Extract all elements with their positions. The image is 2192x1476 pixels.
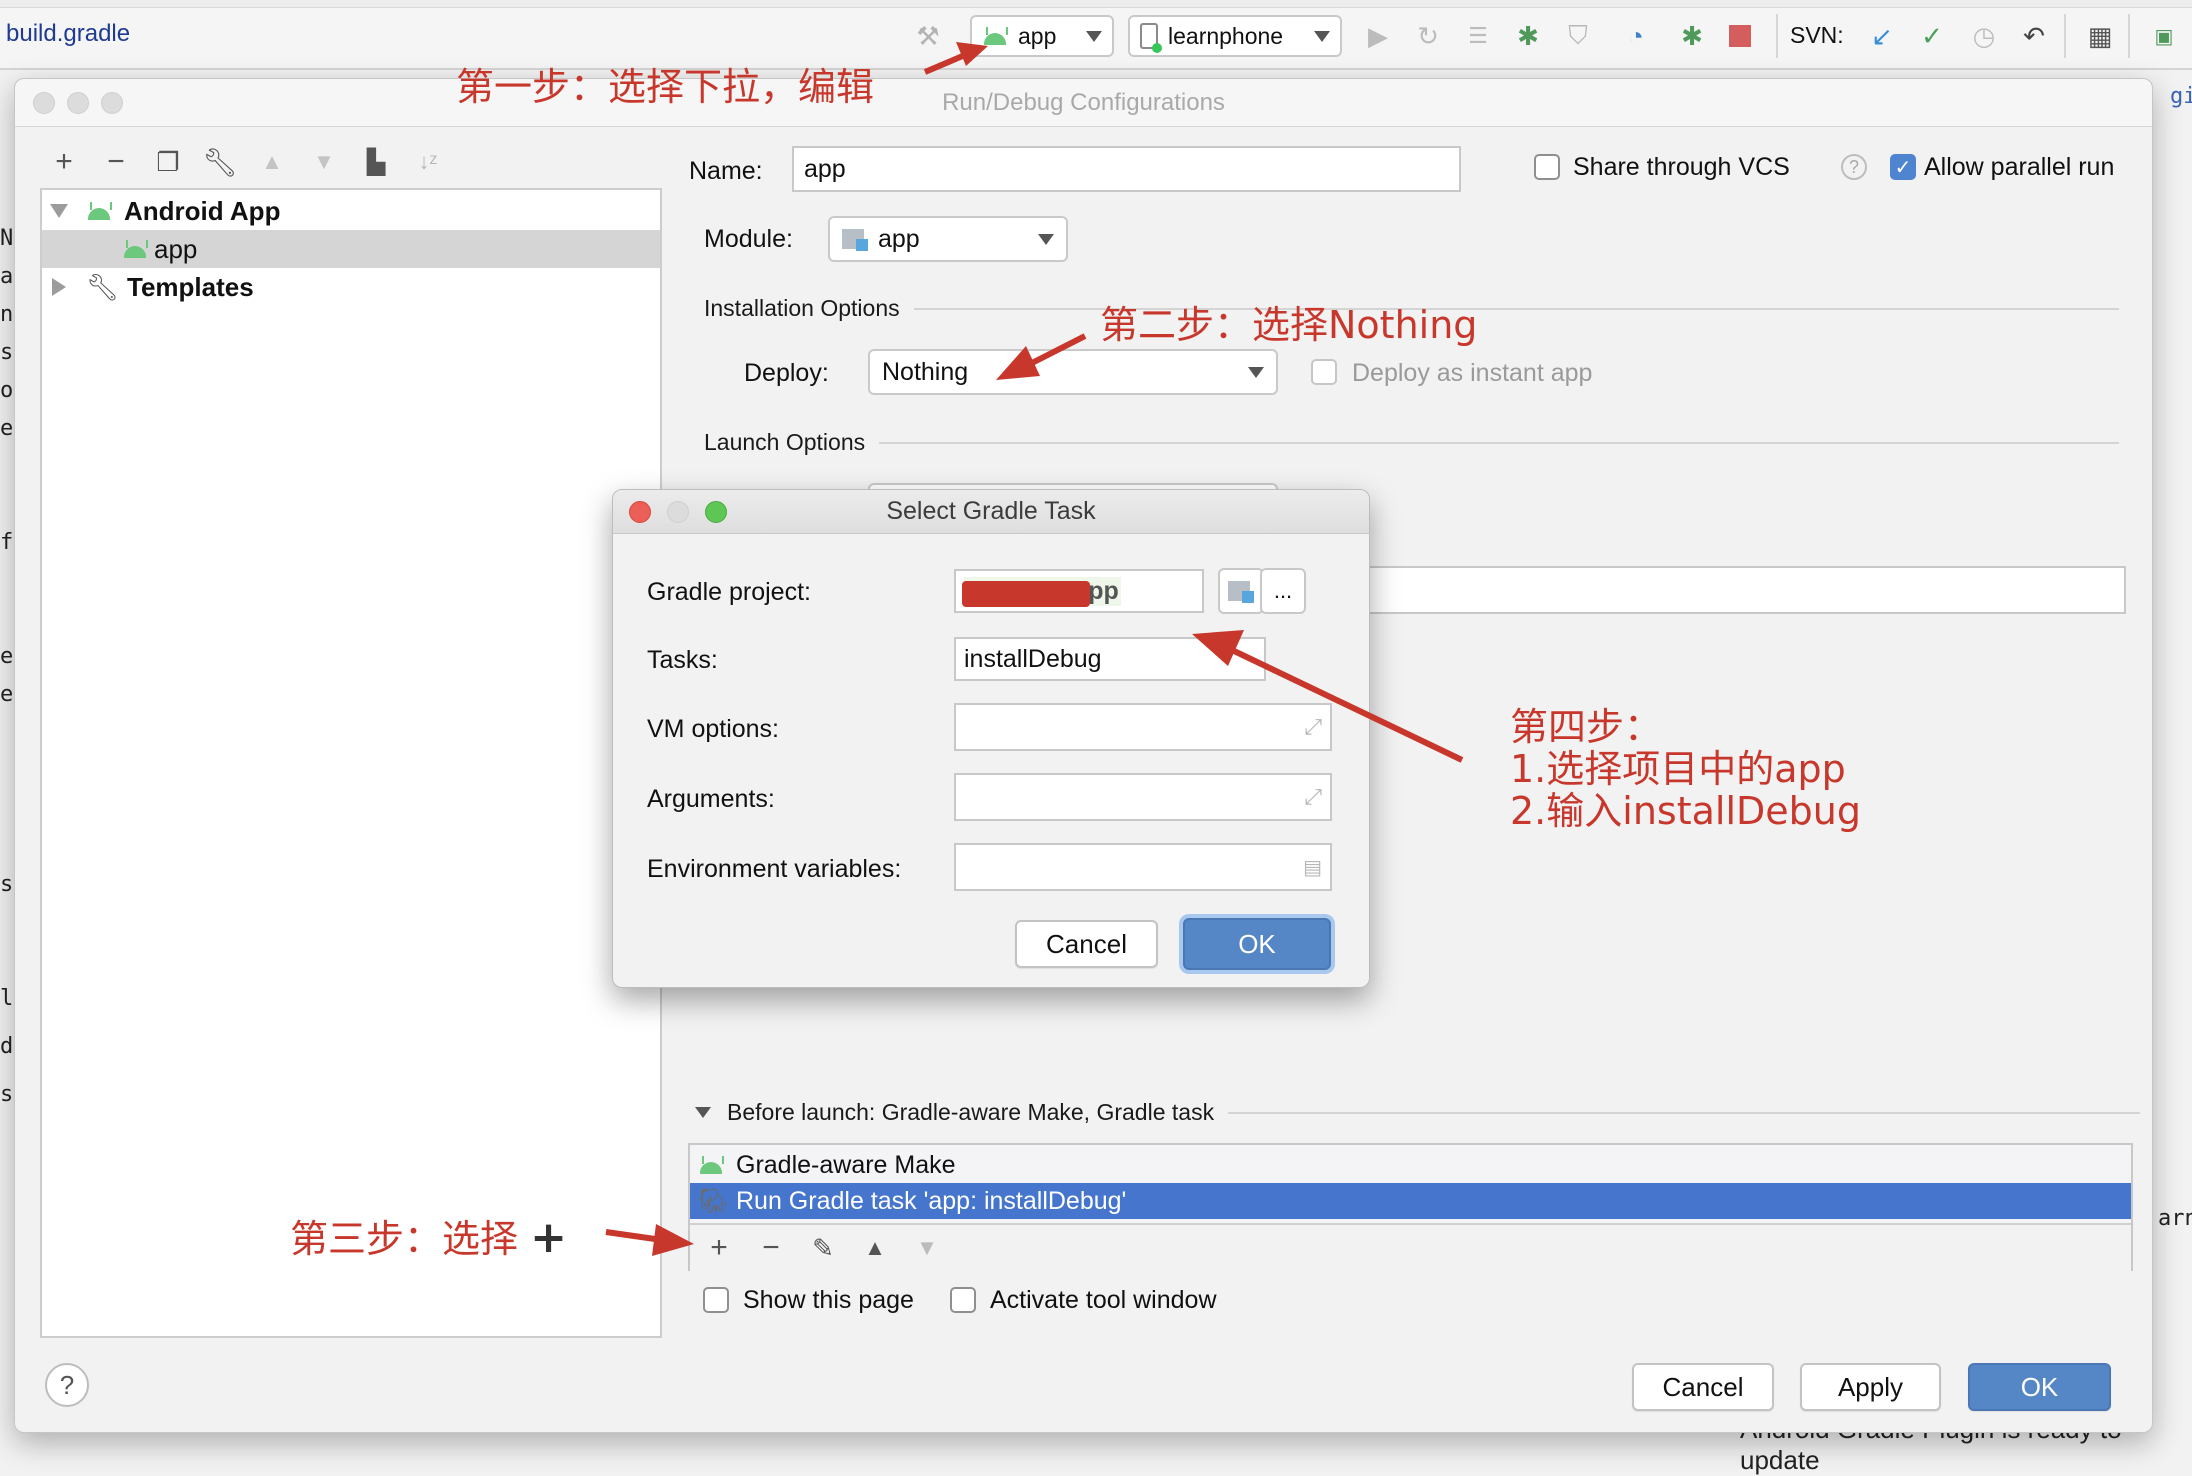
arrow-step4 [1192,630,1464,763]
arrow-step2 [996,333,1087,380]
annotation-arrows [605,42,1464,1256]
arrow-step1 [923,42,988,75]
arrow-step3 [605,1224,694,1256]
